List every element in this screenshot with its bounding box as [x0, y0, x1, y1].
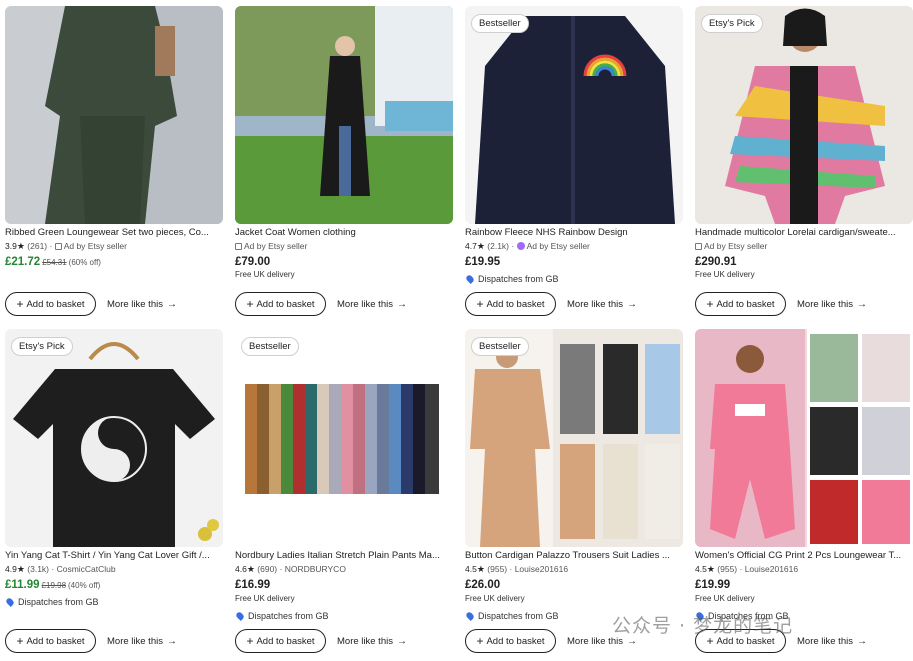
shop-icon — [695, 243, 702, 250]
arrow-right-icon: → — [166, 636, 177, 647]
product-image[interactable] — [5, 329, 223, 547]
arrow-right-icon: → — [856, 636, 867, 647]
delivery-info: Free UK delivery — [695, 270, 755, 279]
listing-rating: 3.9★ (261) · Ad by Etsy seller — [5, 241, 127, 251]
delivery-info: Free UK delivery — [235, 270, 295, 279]
listing-price: £16.99 — [235, 579, 271, 591]
more-like-this-link[interactable]: More like this → — [107, 299, 177, 310]
product-image[interactable] — [695, 329, 913, 547]
etsys-pick-badge: Etsy's Pick — [701, 14, 763, 33]
add-to-basket-button[interactable]: + Add to basket — [695, 292, 786, 316]
plus-icon: + — [706, 297, 714, 311]
listing-title[interactable]: Women's Official CG Print 2 Pcs Loungewe… — [695, 550, 913, 561]
location-pin-icon — [465, 274, 475, 284]
listing-price: £21.72 £54.31 (60% off) — [5, 256, 101, 268]
product-image[interactable] — [695, 6, 913, 224]
listing-title[interactable]: Jacket Coat Women clothing — [235, 227, 453, 238]
arrow-right-icon: → — [396, 299, 407, 310]
star-icon: ★ — [16, 241, 25, 251]
bestseller-badge: Bestseller — [471, 14, 529, 33]
product-image[interactable] — [5, 6, 223, 224]
watermark: 公众号 · 梦龙的笔记 — [612, 615, 794, 637]
arrow-right-icon: → — [856, 299, 867, 310]
etsys-pick-badge: Etsy's Pick — [11, 337, 73, 356]
listing-seller: Ad by Etsy seller — [695, 241, 913, 251]
bestseller-badge: Bestseller — [241, 337, 299, 356]
star-icon: ★ — [476, 241, 485, 251]
arrow-right-icon: → — [626, 299, 637, 310]
more-like-this-link[interactable]: More like this → — [797, 636, 867, 647]
listing-price: £26.00 — [465, 579, 501, 591]
listing-rating: 4.6★ (690) · NORDBURYCO — [235, 564, 346, 574]
add-to-basket-button[interactable]: + Add to basket — [235, 629, 326, 653]
arrow-right-icon: → — [166, 299, 177, 310]
listing-rating: 4.5★ (955) · Louise201616 — [465, 564, 569, 574]
product-image[interactable] — [235, 329, 453, 547]
listing-title[interactable]: Nordbury Ladies Italian Stretch Plain Pa… — [235, 550, 453, 561]
plus-icon: + — [16, 297, 24, 311]
listing-title[interactable]: Ribbed Green Loungewear Set two pieces, … — [5, 227, 223, 238]
dispatch-info: Dispatches from GB — [235, 611, 329, 621]
plus-icon: + — [246, 297, 254, 311]
star-icon: ★ — [476, 564, 485, 574]
plus-icon: + — [16, 634, 24, 648]
listing-title[interactable]: Button Cardigan Palazzo Trousers Suit La… — [465, 550, 683, 561]
delivery-info: Free UK delivery — [695, 594, 755, 603]
star-icon: ★ — [706, 564, 715, 574]
listing-rating: 4.7★ (2.1k) · Ad by Etsy seller — [465, 241, 590, 251]
arrow-right-icon: → — [396, 636, 407, 647]
star-seller-icon — [516, 242, 525, 250]
listing-title[interactable]: Rainbow Fleece NHS Rainbow Design — [465, 227, 683, 238]
star-icon: ★ — [16, 564, 25, 574]
product-image[interactable] — [465, 6, 683, 224]
listing-price: £11.99 £19.98 (40% off) — [5, 579, 101, 591]
add-to-basket-button[interactable]: + Add to basket — [465, 292, 556, 316]
listing-price: £19.99 — [695, 579, 731, 591]
dispatch-info: Dispatches from GB — [5, 597, 99, 607]
add-to-basket-button[interactable]: + Add to basket — [465, 629, 556, 653]
location-pin-icon — [5, 597, 15, 607]
listing-seller: Ad by Etsy seller — [235, 241, 453, 251]
bestseller-badge: Bestseller — [471, 337, 529, 356]
shop-icon — [54, 243, 62, 250]
plus-icon: + — [476, 634, 484, 648]
more-like-this-link[interactable]: More like this → — [337, 636, 407, 647]
plus-icon: + — [476, 297, 484, 311]
more-like-this-link[interactable]: More like this → — [337, 299, 407, 310]
dispatch-info: Dispatches from GB — [465, 274, 559, 284]
listing-rating: 4.5★ (955) · Louise201616 — [695, 564, 799, 574]
more-like-this-link[interactable]: More like this → — [567, 299, 637, 310]
delivery-info: Free UK delivery — [465, 594, 525, 603]
shop-icon — [235, 243, 242, 250]
listing-price: £19.95 — [465, 256, 501, 268]
more-like-this-link[interactable]: More like this → — [107, 636, 177, 647]
location-pin-icon — [235, 611, 245, 621]
dispatch-info: Dispatches from GB — [465, 611, 559, 621]
listing-price: £290.91 — [695, 256, 737, 268]
add-to-basket-button[interactable]: + Add to basket — [235, 292, 326, 316]
more-like-this-link[interactable]: More like this → — [797, 299, 867, 310]
listing-title[interactable]: Yin Yang Cat T-Shirt / Yin Yang Cat Love… — [5, 550, 223, 561]
add-to-basket-button[interactable]: + Add to basket — [5, 629, 96, 653]
add-to-basket-button[interactable]: + Add to basket — [5, 292, 96, 316]
delivery-info: Free UK delivery — [235, 594, 295, 603]
listing-rating: 4.9★ (3.1k) · CosmicCatClub — [5, 564, 116, 574]
product-image[interactable] — [465, 329, 683, 547]
product-image[interactable] — [235, 6, 453, 224]
star-icon: ★ — [246, 564, 255, 574]
plus-icon: + — [246, 634, 254, 648]
location-pin-icon — [465, 611, 475, 621]
listing-title[interactable]: Handmade multicolor Lorelai cardigan/swe… — [695, 227, 913, 238]
listing-price: £79.00 — [235, 256, 271, 268]
